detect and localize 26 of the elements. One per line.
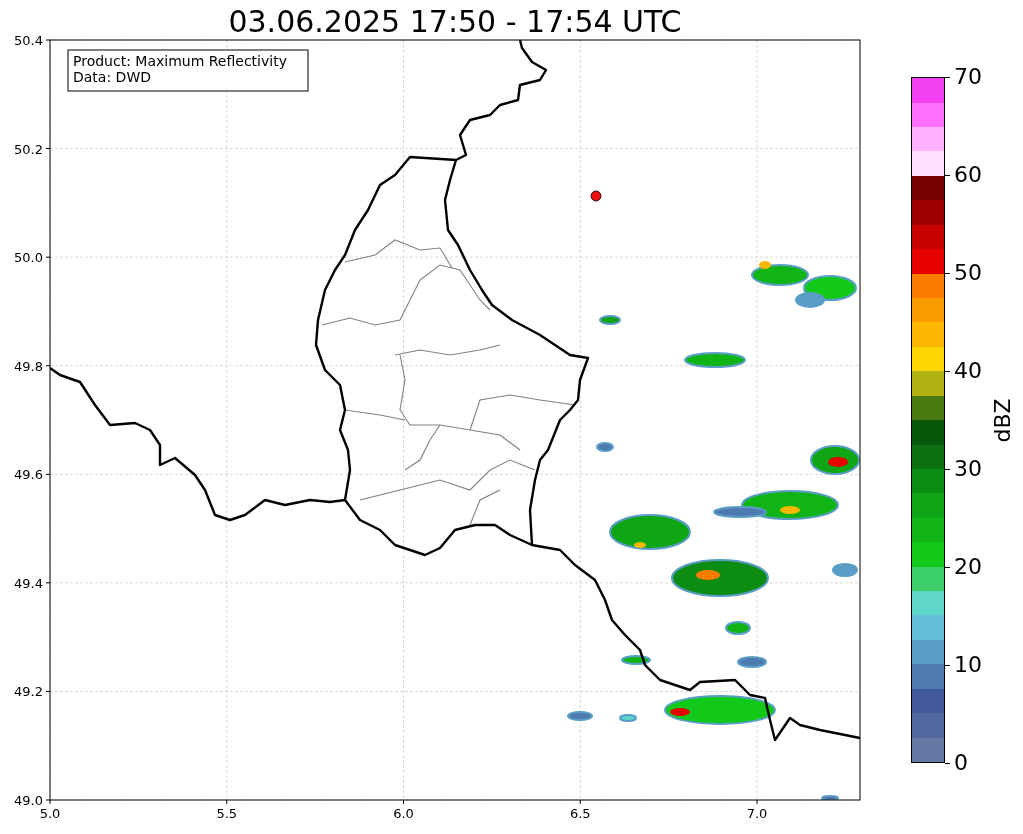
x-tick-label: 7.0 bbox=[746, 806, 768, 821]
y-tick-label: 49.2 bbox=[14, 684, 43, 700]
radar-site-marker bbox=[590, 190, 602, 202]
color-scale-label: 40 bbox=[954, 359, 982, 383]
color-scale-label: 50 bbox=[954, 261, 982, 285]
x-tick-label: 6.0 bbox=[393, 806, 414, 821]
y-tick-label: 49.0 bbox=[14, 793, 43, 808]
color-scale-label: 30 bbox=[954, 457, 982, 481]
legend-text: Data: DWD bbox=[73, 69, 151, 85]
legend-text: Product: Maximum Reflectivity bbox=[73, 53, 287, 69]
y-tick-label: 50.0 bbox=[14, 250, 43, 266]
color-scale-label: 0 bbox=[954, 751, 968, 775]
color-scale-label: 20 bbox=[954, 555, 982, 579]
y-tick-label: 49.8 bbox=[14, 358, 43, 374]
x-tick-label: 5.5 bbox=[216, 806, 238, 821]
color-scale-label: 70 bbox=[954, 65, 982, 89]
y-tick-label: 49.6 bbox=[14, 467, 43, 483]
chart-title: 03.06.2025 17:50 - 17:54 UTC bbox=[228, 4, 682, 40]
y-tick-label: 50.2 bbox=[14, 141, 43, 157]
color-scale-title: dBZ bbox=[989, 397, 1015, 443]
y-tick-label: 50.4 bbox=[14, 33, 43, 48]
color-scale-label: 60 bbox=[954, 163, 982, 187]
x-tick-label: 5.0 bbox=[39, 806, 61, 821]
color-scale-label: 10 bbox=[954, 653, 982, 677]
y-tick-label: 49.4 bbox=[14, 575, 43, 591]
x-tick-label: 6.5 bbox=[569, 806, 591, 821]
